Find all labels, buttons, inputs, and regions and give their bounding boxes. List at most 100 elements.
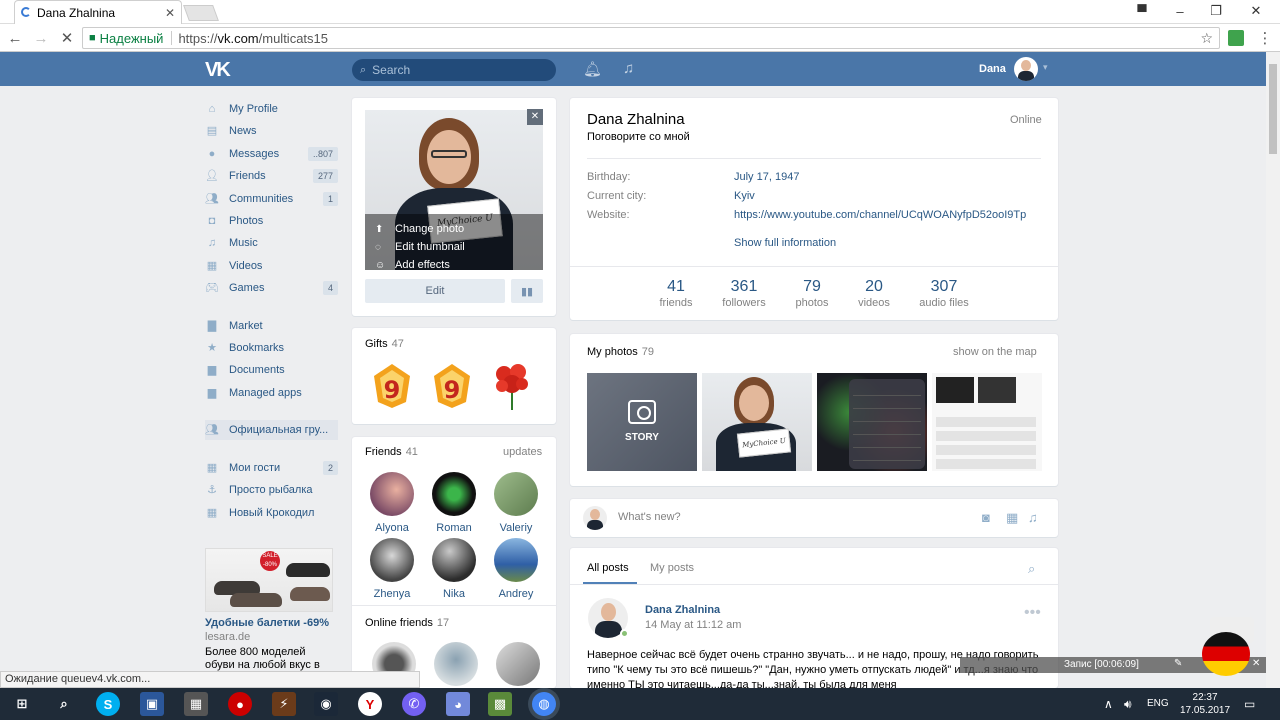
menu-item-communities[interactable]: 👥︎ Communities 1 <box>205 189 338 209</box>
show-full-info-link[interactable]: Show full information <box>734 237 836 249</box>
menu-item-documents[interactable]: ▆ Documents <box>205 360 338 380</box>
tray-chevron-icon[interactable]: ∧ <box>1104 697 1113 711</box>
yandex-browser-icon[interactable]: Y <box>358 692 382 716</box>
minecraft-icon[interactable]: ▩ <box>488 692 512 716</box>
address-bar[interactable]: ■ Надежный https://vk.com/multicats15 ☆ <box>82 27 1220 49</box>
maximize-icon[interactable]: ❐ <box>1198 0 1234 22</box>
friend-item[interactable]: Zhenya <box>362 538 422 600</box>
edit-thumbnail-button[interactable]: ◌ Edit thumbnail <box>375 238 533 256</box>
menu-item-videos[interactable]: ▦ Videos <box>205 256 338 276</box>
birthday-value[interactable]: July 17, 1947 <box>734 171 1040 183</box>
bookmark-star-icon[interactable]: ☆ <box>1200 30 1213 47</box>
show-on-map-link[interactable]: show on the map <box>953 346 1037 358</box>
menu-item-music[interactable]: ♫ Music <box>205 233 338 253</box>
music-icon[interactable]: ♫ <box>623 60 634 77</box>
minimize-icon[interactable]: – <box>1162 0 1198 22</box>
chevron-down-icon[interactable]: ▾ <box>1043 62 1048 73</box>
change-photo-button[interactable]: ⬆ Change photo <box>375 220 533 238</box>
new-tab-button[interactable] <box>183 5 219 21</box>
menu-item-games[interactable]: 🎮︎ Games 4 <box>205 278 338 298</box>
post-author-name[interactable]: Dana Zhalnina <box>645 604 720 616</box>
browser-tab[interactable]: Dana Zhalnina ✕ <box>14 0 182 24</box>
stop-icon[interactable]: ✕ <box>56 28 78 48</box>
notifications-icon[interactable]: ▭ <box>1244 697 1255 711</box>
back-arrow-icon[interactable]: ← <box>4 28 26 48</box>
friends-heading[interactable]: Friends 41 <box>365 446 418 458</box>
skype-icon[interactable]: S <box>96 692 120 716</box>
stat-audio-files[interactable]: 307 audio files <box>914 278 974 309</box>
menu-item-photos[interactable]: ◘ Photos <box>205 211 338 231</box>
friends-updates-link[interactable]: updates <box>503 446 542 458</box>
discord-icon[interactable]: ◕ <box>446 692 470 716</box>
gifts-card[interactable]: Gifts 47 9 9 <box>352 328 556 424</box>
search-icon[interactable]: ⌕ <box>1028 561 1035 577</box>
gift-icon[interactable]: 9 <box>430 362 474 408</box>
add-effects-button[interactable]: ☺ Add effects <box>375 256 533 270</box>
friend-item[interactable]: Andrey <box>486 538 546 600</box>
german-flag-icon[interactable] <box>1202 632 1250 676</box>
close-window-icon[interactable]: ✕ <box>1238 0 1274 22</box>
stat-photos[interactable]: 79 photos <box>792 278 832 309</box>
tab-my-posts[interactable]: My posts <box>650 562 694 574</box>
menu-item-messages[interactable]: ● Messages ..807 <box>205 144 338 164</box>
post-date[interactable]: 14 May at 11:12 am <box>645 619 741 631</box>
friend-item[interactable]: Valeriy <box>486 472 546 534</box>
menu-item-my-profile[interactable]: ⌂ My Profile <box>205 99 338 119</box>
video-icon[interactable]: ▦ <box>1006 510 1018 526</box>
my-photos-heading[interactable]: My photos 79 <box>587 346 654 358</box>
search-input[interactable]: ⌕ Search <box>352 59 556 81</box>
search-icon[interactable]: ⌕ <box>52 692 76 716</box>
friend-item[interactable]: Roman <box>424 472 484 534</box>
edit-profile-button[interactable]: Edit <box>365 279 505 303</box>
menu-item-bookmarks[interactable]: ★ Bookmarks <box>205 338 338 358</box>
header-avatar[interactable] <box>1014 57 1038 81</box>
tab-close-icon[interactable]: ✕ <box>165 6 175 20</box>
stat-videos[interactable]: 20 videos <box>854 278 894 309</box>
friend-item[interactable]: Nika <box>424 538 484 600</box>
photo-thumbnail[interactable] <box>817 373 927 471</box>
online-friend-avatar[interactable] <box>496 642 540 686</box>
close-icon[interactable]: ✕ <box>1252 658 1260 669</box>
pencil-icon[interactable]: ✎ <box>1174 658 1182 669</box>
stat-friends[interactable]: 41 friends <box>656 278 696 309</box>
gift-icon[interactable]: 9 <box>370 362 414 408</box>
website-link[interactable]: https://www.youtube.com/channel/UCqWOANy… <box>734 209 1040 221</box>
film-app-icon[interactable]: ▦ <box>184 692 208 716</box>
viber-icon[interactable]: ✆ <box>402 692 426 716</box>
menu-item-news[interactable]: ▤ News <box>205 121 338 141</box>
extension-icon[interactable] <box>1228 30 1244 46</box>
friend-item[interactable]: Alyona <box>362 472 422 534</box>
forward-arrow-icon[interactable]: → <box>30 28 52 48</box>
camera-icon[interactable]: ◙ <box>982 510 990 525</box>
new-post-input[interactable]: What's new? <box>618 511 681 523</box>
game-app-icon[interactable]: ⚡︎ <box>272 692 296 716</box>
menu-item-new-crocodile[interactable]: ▦ Новый Крокодил <box>205 503 338 523</box>
bell-icon[interactable]: 🔔︎ <box>583 60 602 78</box>
photo-thumbnail[interactable]: MyChoice U <box>702 373 812 471</box>
vk-logo[interactable]: VK <box>205 59 237 81</box>
city-value[interactable]: Kyiv <box>734 190 1040 202</box>
online-friends-heading[interactable]: Online friends 17 <box>365 617 449 629</box>
windows-start-icon[interactable]: ⊞ <box>10 692 34 716</box>
menu-item-my-guests[interactable]: ▦ Мои гости 2 <box>205 458 338 478</box>
menu-item-official-group[interactable]: 👥︎ Официальная гру... <box>205 420 338 440</box>
volume-icon[interactable]: 🔊︎ <box>1124 697 1132 712</box>
menu-item-friends[interactable]: 👤︎ Friends 277 <box>205 166 338 186</box>
profile-status[interactable]: Поговорите со мной <box>587 131 690 143</box>
menu-item-fishing[interactable]: ⚓︎ Просто рыбалка <box>205 480 338 500</box>
ad-image[interactable]: SALE -80% <box>205 548 333 612</box>
save-app-icon[interactable]: ▣ <box>140 692 164 716</box>
photo-thumbnail[interactable] <box>932 373 1042 471</box>
clock[interactable]: 22:37 17.05.2017 <box>1180 691 1230 717</box>
profile-photo[interactable]: MyChoice U ⬆ Change photo ◌ Edit thumbnail… <box>365 110 543 270</box>
online-friend-avatar[interactable] <box>434 642 478 686</box>
close-icon[interactable]: ✕ <box>527 109 543 125</box>
header-user-name[interactable]: Dana <box>979 63 1006 75</box>
menu-item-market[interactable]: ▇ Market <box>205 316 338 336</box>
language-indicator[interactable]: ENG <box>1147 698 1169 709</box>
menu-dots-icon[interactable]: ⋮ <box>1254 28 1276 48</box>
menu-item-managed-apps[interactable]: ▆ Managed apps <box>205 383 338 403</box>
tab-all-posts[interactable]: All posts <box>587 562 629 574</box>
advertisement[interactable]: SALE -80% Удобные балетки -69% lesara.de… <box>205 548 335 672</box>
more-dots-icon[interactable]: ••• <box>1024 604 1041 622</box>
